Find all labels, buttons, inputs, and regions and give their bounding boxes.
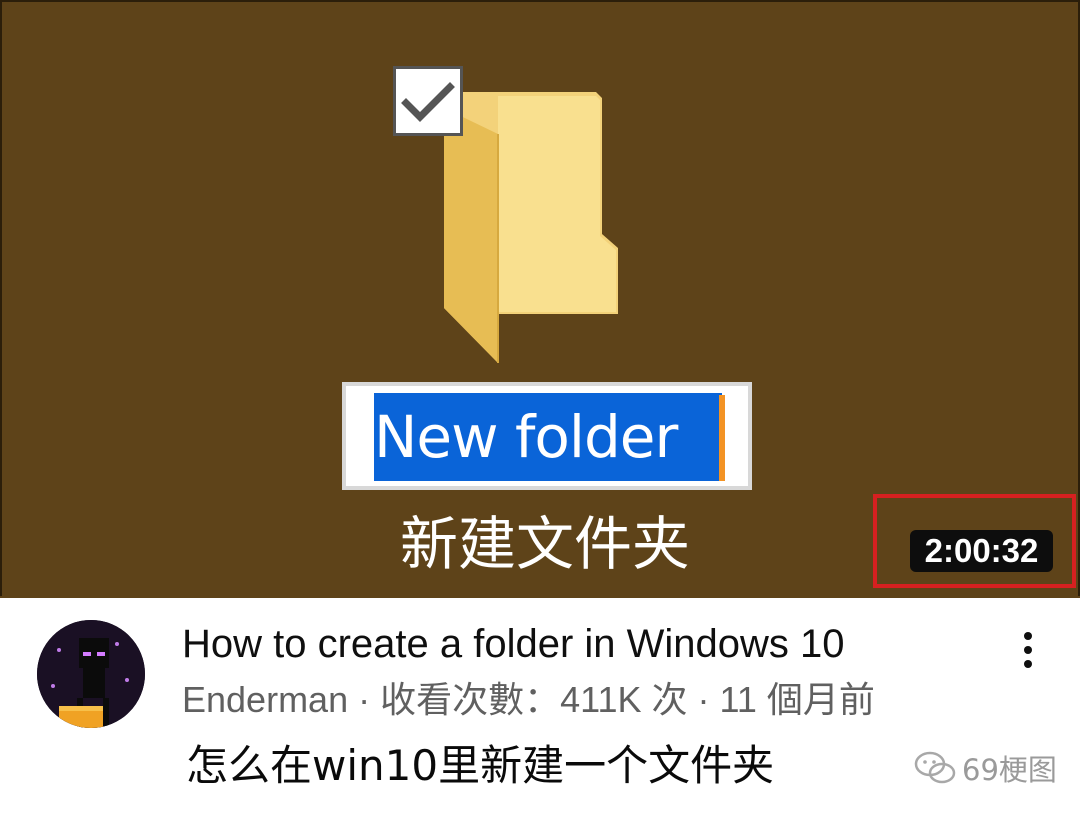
text-caret [719,395,725,481]
checkmark-icon [401,82,455,122]
watermark-text: 69梗图 [962,753,1057,787]
video-meta: Enderman · 收看次數：411K 次 · 11 個月前 [182,679,875,720]
enderman-avatar-icon [37,620,145,728]
wechat-icon [914,751,956,784]
annotation-highlight-box [873,494,1076,588]
video-thumbnail[interactable]: New folder 新建文件夹 2:00:32 [0,0,1080,598]
folder-icon [444,92,618,363]
checkbox-checked-icon[interactable] [393,66,463,136]
video-title[interactable]: How to create a folder in Windows 10 [182,618,922,670]
more-vert-icon[interactable] [1008,628,1048,672]
channel-avatar[interactable] [37,620,145,728]
rename-input-value[interactable]: New folder [374,393,734,481]
meme-caption: 怎么在win10里新建一个文件夹 [186,741,775,790]
watermark: 69梗图 [912,748,1062,792]
